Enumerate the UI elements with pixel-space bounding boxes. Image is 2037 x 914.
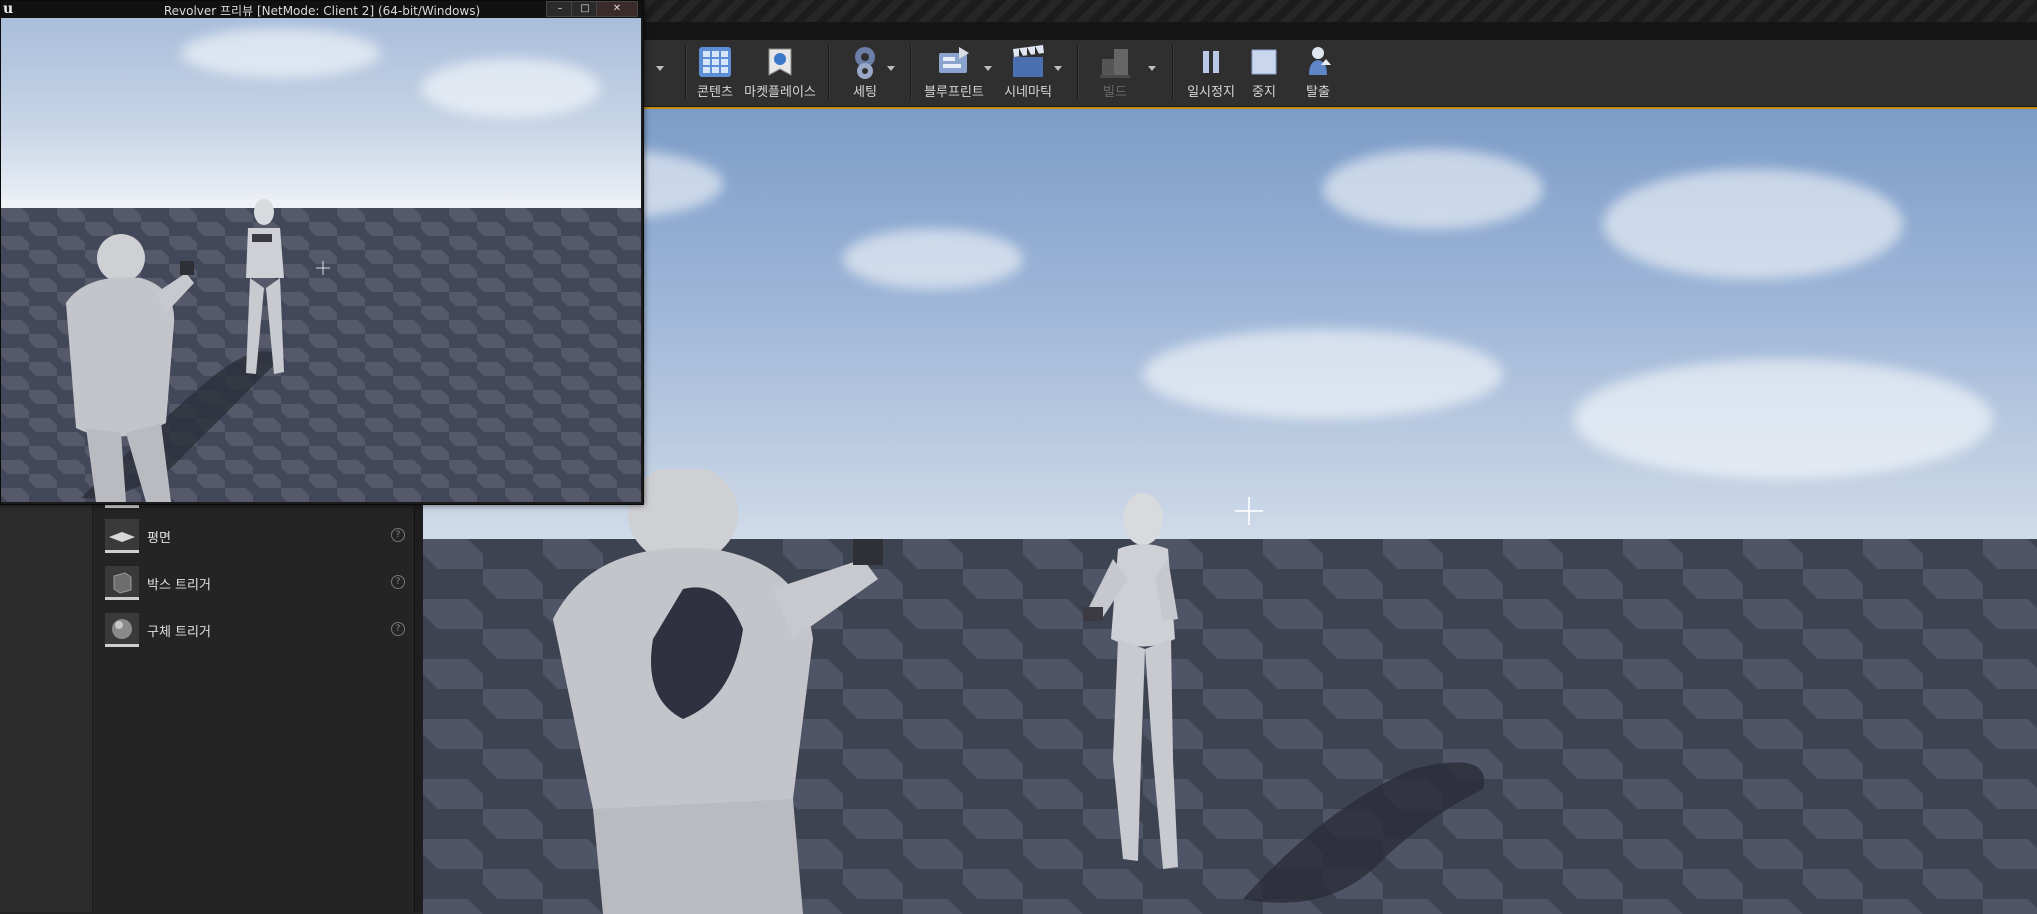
toolbar-separator — [1172, 44, 1174, 100]
settings-gear-icon — [855, 47, 875, 79]
sphere-trigger-icon — [105, 613, 139, 647]
cinematics-clapper-icon — [1013, 45, 1044, 77]
place-item-sphere-trigger[interactable]: 구체 트리거 ? — [99, 610, 411, 650]
help-icon[interactable]: ? — [391, 575, 405, 589]
chevron-down-icon[interactable] — [887, 66, 895, 71]
toolbar-separator — [1077, 44, 1079, 100]
chevron-down-icon[interactable] — [1148, 66, 1156, 71]
build-button-label: 빌드 — [1103, 85, 1127, 100]
minimize-button[interactable]: – — [546, 1, 574, 17]
cloud — [421, 58, 601, 118]
help-icon[interactable]: ? — [391, 622, 405, 636]
content-browser-icon — [699, 47, 731, 77]
place-item-label: 구체 트리거 — [147, 625, 211, 640]
cloud — [1603, 169, 1903, 279]
eject-icon — [1309, 47, 1331, 75]
mannequin-character-far — [1083, 493, 1178, 869]
blueprint-icon — [939, 47, 969, 73]
cloud — [843, 229, 1023, 289]
stop-button[interactable]: 중지 — [1242, 40, 1286, 106]
eject-button-label: 탈출 — [1306, 85, 1330, 100]
toolbar-separator — [910, 44, 912, 100]
plane-icon — [105, 519, 139, 553]
cinematics-button[interactable]: 시네마틱 — [998, 40, 1058, 106]
cloud — [1323, 149, 1543, 229]
cloud — [181, 28, 381, 78]
place-item-box-trigger[interactable]: 박스 트리거 ? — [99, 563, 411, 603]
build-icon — [1100, 49, 1130, 78]
eject-button[interactable]: 탈출 — [1294, 40, 1342, 106]
cinematics-button-label: 시네마틱 — [1004, 85, 1052, 100]
pause-button[interactable]: 일시정지 — [1184, 40, 1238, 106]
box-trigger-icon — [105, 566, 139, 600]
marketplace-button-label: 마켓플레이스 — [744, 85, 816, 100]
content-button[interactable]: 콘텐츠 — [690, 40, 740, 106]
character-shadow — [1243, 762, 1485, 903]
mannequin-character-near — [553, 469, 883, 914]
settings-button-label: 세팅 — [853, 85, 877, 100]
cloud — [1143, 329, 1503, 419]
crosshair-icon — [1235, 497, 1263, 525]
toolbar-separator — [828, 44, 830, 100]
stop-icon — [1251, 49, 1277, 75]
close-button[interactable]: ✕ — [596, 1, 638, 17]
level-viewport[interactable] — [423, 107, 2037, 914]
pie-window-titlebar[interactable]: u Revolver 프리뷰 [NetMode: Client 2] (64-b… — [1, 1, 643, 18]
build-button[interactable]: 빌드 — [1090, 40, 1140, 106]
help-icon[interactable]: ? — [391, 528, 405, 542]
place-item-label: 박스 트리거 — [147, 578, 211, 593]
mannequin-character-near — [66, 234, 194, 502]
chevron-down-icon[interactable] — [656, 66, 664, 71]
blueprints-button-label: 블루프린트 — [924, 85, 984, 100]
pause-icon — [1203, 51, 1219, 73]
maximize-button[interactable]: □ — [571, 1, 599, 17]
toolbar-separator — [685, 44, 687, 100]
chevron-down-icon[interactable] — [984, 66, 992, 71]
settings-button[interactable]: 세팅 — [840, 40, 890, 106]
mannequin-character-far — [246, 199, 284, 374]
stop-button-label: 중지 — [1252, 85, 1276, 100]
place-item-label: 평면 — [147, 531, 171, 546]
place-actor-list: 평면 ? 박스 트리거 ? 구체 트리거 ? — [93, 500, 413, 912]
place-item-plane[interactable]: 평면 ? — [99, 516, 411, 556]
chevron-down-icon[interactable] — [1054, 66, 1062, 71]
pie-preview-window[interactable]: u Revolver 프리뷰 [NetMode: Client 2] (64-b… — [0, 0, 644, 505]
blueprints-button[interactable]: 블루프린트 — [922, 40, 986, 106]
pie-game-viewport[interactable] — [1, 18, 641, 502]
content-button-label: 콘텐츠 — [697, 85, 733, 100]
cloud — [1573, 359, 1993, 479]
place-category-rail — [0, 500, 93, 912]
marketplace-button[interactable]: 마켓플레이스 — [744, 40, 816, 106]
pause-button-label: 일시정지 — [1187, 85, 1235, 100]
marketplace-icon — [768, 48, 792, 76]
crosshair-icon — [316, 261, 330, 275]
